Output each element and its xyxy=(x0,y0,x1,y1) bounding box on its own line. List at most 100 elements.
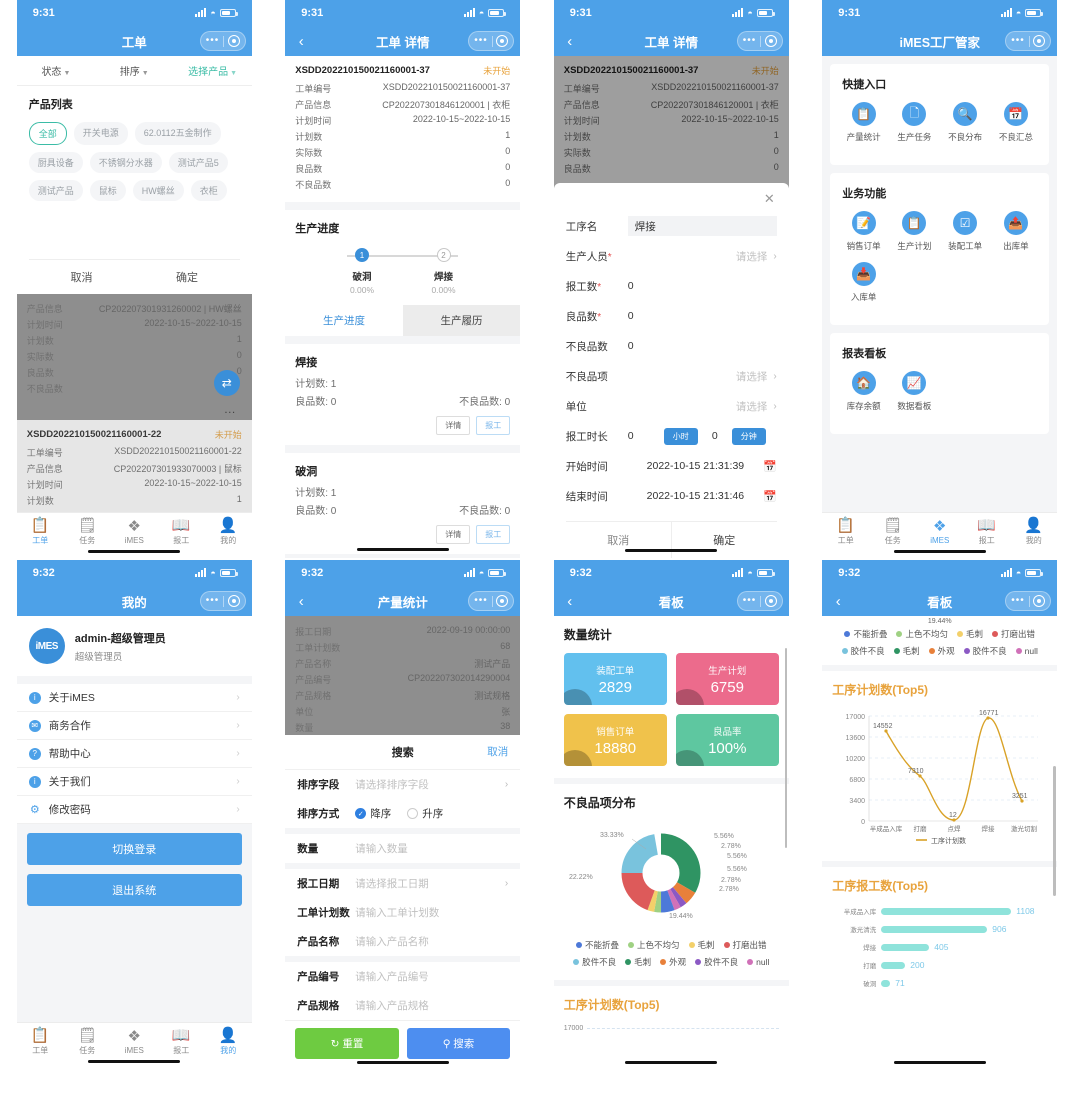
tab-task[interactable]: 🗒 任务 xyxy=(64,518,111,546)
duration-hours-input[interactable]: 0 xyxy=(628,430,664,442)
tab-workorder[interactable]: 📋 工单 xyxy=(17,1028,64,1056)
confirm-button[interactable]: 确定 xyxy=(134,260,240,294)
menu-item-about-imes[interactable]: i 关于iMES › xyxy=(16,684,252,712)
biz-outbound[interactable]: 📤 出库单 xyxy=(991,211,1042,252)
report-button[interactable]: 报工 xyxy=(476,416,511,435)
menu-item-business-cooperation[interactable]: ✉ 商务合作 › xyxy=(16,712,252,740)
tab-production-history[interactable]: 生产履历 xyxy=(403,305,521,336)
more-icon[interactable]: ••• xyxy=(743,596,757,606)
report-stock-balance[interactable]: 🏠 库存余额 xyxy=(838,371,889,412)
back-button[interactable]: ‹ xyxy=(828,593,848,610)
form-row-plan-qty[interactable]: 工单计划数 请输入工单计划数 xyxy=(285,898,520,927)
back-button[interactable]: ‹ xyxy=(560,33,580,50)
process-name-field[interactable]: 焊接 xyxy=(627,216,777,236)
form-row-report-date[interactable]: 报工日期 请选择报工日期 › xyxy=(285,869,520,898)
detail-button[interactable]: 详情 xyxy=(436,416,471,435)
tab-task[interactable]: 🗒 任务 xyxy=(869,518,916,546)
tab-profile[interactable]: 👤 我的 xyxy=(205,518,252,546)
tab-report[interactable]: 📖 报工 xyxy=(158,518,205,546)
biz-sales-order[interactable]: 📝 销售订单 xyxy=(838,211,889,252)
menu-item-about-us[interactable]: i 关于我们 › xyxy=(16,768,252,796)
report-data-dashboard[interactable]: 📈 数据看板 xyxy=(889,371,940,412)
cancel-button[interactable]: 取消 xyxy=(29,260,135,294)
menu-item-help-center[interactable]: ? 帮助中心 › xyxy=(16,740,252,768)
more-icon[interactable]: ••• xyxy=(206,36,220,46)
form-row-unit[interactable]: 单位 请选择 › xyxy=(566,391,777,421)
more-icon[interactable]: ••• xyxy=(1011,596,1025,606)
target-icon[interactable] xyxy=(764,595,777,607)
form-row-product-code[interactable]: 产品编号 请输入产品编号 xyxy=(285,962,520,991)
product-tag[interactable]: 衣柜 xyxy=(190,180,227,201)
confirm-button[interactable]: 确定 xyxy=(670,522,777,558)
sheet-cancel-button[interactable]: 取消 xyxy=(487,744,508,759)
form-row-bad-item[interactable]: 不良品项 请选择 › xyxy=(566,361,777,391)
product-tag[interactable]: 62.0112五金制作 xyxy=(134,122,221,145)
back-button[interactable]: ‹ xyxy=(291,593,311,610)
calendar-icon[interactable]: 📅 xyxy=(763,460,777,473)
filter-sort[interactable]: 排序 ▼ xyxy=(95,63,173,78)
scrollbar-thumb[interactable] xyxy=(1053,766,1056,896)
calendar-icon[interactable]: 📅 xyxy=(763,490,777,503)
target-icon[interactable] xyxy=(496,35,509,47)
product-tag[interactable]: 全部 xyxy=(28,122,67,145)
quick-entry-defect-summary[interactable]: 📅 不良汇总 xyxy=(991,102,1042,143)
biz-assembly-workorder[interactable]: ☑ 装配工单 xyxy=(940,211,991,252)
good-qty-input[interactable]: 0 xyxy=(628,310,777,322)
end-time-value[interactable]: 2022-10-15 21:31:46 xyxy=(628,490,763,502)
plan-qty-input[interactable]: 请输入工单计划数 xyxy=(355,905,508,920)
tab-task[interactable]: 🗒 任务 xyxy=(64,1028,111,1056)
sort-field-input[interactable]: 请选择排序字段 xyxy=(355,777,505,792)
product-tag[interactable]: 测试产品 xyxy=(28,180,83,201)
more-icon[interactable]: ••• xyxy=(206,596,220,606)
product-tag[interactable]: 厨具设备 xyxy=(28,152,83,173)
radio-asc[interactable]: 升序 xyxy=(407,806,443,821)
close-icon[interactable]: ✕ xyxy=(566,189,777,211)
wechat-capsule[interactable]: ••• xyxy=(199,31,246,51)
minutes-unit-badge[interactable]: 分钟 xyxy=(731,427,766,445)
product-tag[interactable]: HW螺丝 xyxy=(132,180,184,201)
quick-entry-production-task[interactable]: 🗋 生产任务 xyxy=(889,102,940,143)
search-button[interactable]: ⚲ 搜索 xyxy=(406,1028,511,1059)
report-button[interactable]: 报工 xyxy=(476,525,511,544)
target-icon[interactable] xyxy=(764,35,777,47)
tab-imes[interactable]: ❖ iMES xyxy=(111,1029,158,1055)
wechat-capsule[interactable]: ••• xyxy=(736,591,783,611)
bad-qty-input[interactable]: 0 xyxy=(628,340,777,352)
tab-report[interactable]: 📖 报工 xyxy=(158,1028,205,1056)
filter-product[interactable]: 选择产品 ▼ xyxy=(173,63,251,78)
target-icon[interactable] xyxy=(496,595,509,607)
product-code-input[interactable]: 请输入产品编号 xyxy=(355,969,508,984)
duration-minutes-input[interactable]: 0 xyxy=(698,430,732,442)
cancel-button[interactable]: 取消 xyxy=(566,522,671,558)
wechat-capsule[interactable]: ••• xyxy=(468,31,515,51)
form-row-product-spec[interactable]: 产品规格 请输入产品规格 xyxy=(285,991,520,1020)
form-row-worker[interactable]: 生产人员* 请选择 › xyxy=(566,241,777,271)
tab-production-progress[interactable]: 生产进度 xyxy=(285,305,403,336)
more-icon[interactable]: ••• xyxy=(474,36,488,46)
hours-unit-badge[interactable]: 小时 xyxy=(663,427,698,445)
logout-button[interactable]: 退出系统 xyxy=(26,874,242,906)
start-time-value[interactable]: 2022-10-15 21:31:39 xyxy=(628,460,763,472)
back-button[interactable]: ‹ xyxy=(560,593,580,610)
stat-assembly-workorder[interactable]: 装配工单 2829 xyxy=(563,653,667,705)
tab-profile[interactable]: 👤 我的 xyxy=(205,1028,252,1056)
product-spec-input[interactable]: 请输入产品规格 xyxy=(355,998,508,1013)
action-fab-button[interactable]: ⇄ xyxy=(213,370,240,396)
product-tag[interactable]: 不锈钢分水器 xyxy=(89,152,162,173)
biz-inbound[interactable]: 📥 入库单 xyxy=(838,262,889,303)
product-tag[interactable]: 测试产品5 xyxy=(168,152,228,173)
form-row-quantity[interactable]: 数量 请输入数量 xyxy=(285,834,520,863)
form-row-product-name[interactable]: 产品名称 请输入产品名称 xyxy=(285,927,520,956)
form-row-sort-field[interactable]: 排序字段 请选择排序字段 › xyxy=(285,770,520,799)
biz-production-plan[interactable]: 📋 生产计划 xyxy=(889,211,940,252)
target-icon[interactable] xyxy=(1033,595,1046,607)
reset-button[interactable]: ↻ 重置 xyxy=(295,1028,399,1059)
target-icon[interactable] xyxy=(227,595,240,607)
tab-imes[interactable]: ❖ iMES xyxy=(916,519,963,545)
product-name-input[interactable]: 请输入产品名称 xyxy=(355,934,508,949)
tab-imes[interactable]: ❖ iMES xyxy=(111,519,158,545)
product-tag[interactable]: 开关电源 xyxy=(73,122,128,145)
product-tag[interactable]: 鼠标 xyxy=(89,180,126,201)
quick-entry-defect-distribution[interactable]: 🔍 不良分布 xyxy=(940,102,991,143)
tab-workorder[interactable]: 📋 工单 xyxy=(17,518,64,546)
